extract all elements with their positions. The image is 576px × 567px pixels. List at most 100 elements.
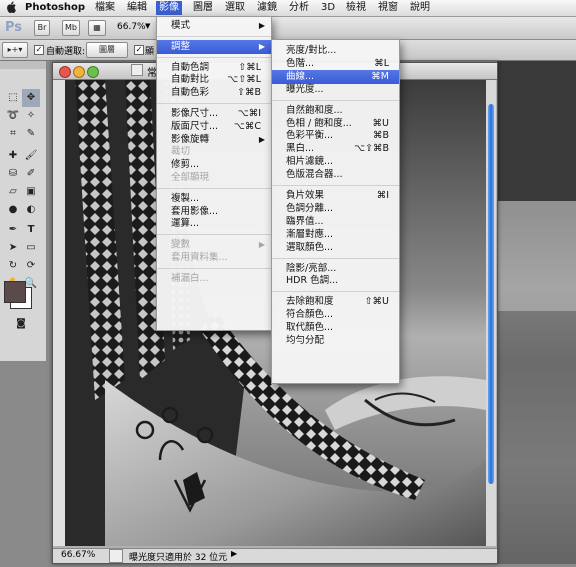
type-tool-icon[interactable]: T bbox=[22, 221, 40, 239]
bridge-button[interactable]: Br bbox=[34, 20, 50, 36]
image-menu-item[interactable]: 運算... bbox=[157, 217, 271, 231]
move-tool-icon[interactable]: ✥ bbox=[22, 89, 40, 107]
vertical-scrollbar[interactable] bbox=[486, 80, 496, 546]
image-menu-item-label: 模式 bbox=[171, 20, 191, 31]
status-bar: 66.67% 曝光度只適用於 32 位元 ▶ bbox=[53, 548, 497, 563]
app-name[interactable]: Photoshop bbox=[22, 1, 88, 15]
adjust-menu-item[interactable]: 去除飽和度 ⇧⌘U bbox=[272, 295, 399, 309]
3d-rotate-icon[interactable]: ↻ bbox=[4, 257, 22, 275]
marquee-tool-icon[interactable]: ⬚ bbox=[4, 89, 22, 107]
tools-panel: ⬚ ✥ ➰ ✧ ⌗ ✎ ✚ 🖌 ⛁ ✐ ▱ ▣ ● ◐ ✒ T ➤ ▭ ↻ ⟳ … bbox=[0, 61, 47, 361]
eyedropper-icon[interactable]: ✎ bbox=[22, 125, 40, 143]
adjustments-submenu: 亮度/對比... 色階... ⌘L 曲線... ⌘M 曝光度... 自然飽和度... 色相 /… bbox=[271, 39, 400, 384]
image-menu-item[interactable]: 自動色彩 ⇧⌘B bbox=[157, 86, 271, 100]
adjust-menu-item[interactable]: 陰影/亮部... bbox=[272, 262, 399, 276]
path-select-icon[interactable]: ➤ bbox=[4, 239, 22, 257]
menu-filter[interactable]: 濾鏡 bbox=[254, 1, 280, 15]
status-preview-icon[interactable] bbox=[109, 549, 123, 563]
adjust-menu-item[interactable]: 色彩平衡... ⌘B bbox=[272, 129, 399, 143]
image-menu-separator bbox=[157, 35, 271, 37]
adjust-menu-item-shortcut: ⌘I bbox=[376, 190, 389, 201]
adjust-menu-item[interactable]: 亮度/對比... bbox=[272, 44, 399, 58]
menu-3d[interactable]: 3D bbox=[318, 1, 338, 15]
dodge-tool-icon[interactable]: ◐ bbox=[22, 201, 40, 219]
adjust-menu-item-label: 曲線... bbox=[286, 70, 315, 82]
adjust-menu-item[interactable]: 相片濾鏡... bbox=[272, 155, 399, 169]
image-menu-item[interactable]: 調整 ▶ bbox=[157, 39, 271, 54]
adjust-menu-item-label: 陰影/亮部... bbox=[286, 262, 337, 274]
adjust-menu-separator bbox=[272, 291, 399, 293]
status-menu-arrow-icon[interactable]: ▶ bbox=[231, 549, 237, 558]
adjust-menu-item-shortcut: ⌘B bbox=[372, 130, 389, 142]
image-menu-item: 補漏白... bbox=[157, 272, 271, 286]
adjust-menu-item[interactable]: 黑白... ⌥⇧⌘B bbox=[272, 142, 399, 156]
3d-orbit-icon[interactable]: ⟳ bbox=[22, 257, 40, 275]
menu-window[interactable]: 視窗 bbox=[375, 1, 401, 15]
crop-tool-icon[interactable]: ⌗ bbox=[4, 125, 22, 143]
image-menu-separator bbox=[157, 56, 271, 58]
close-window-icon[interactable] bbox=[59, 66, 71, 78]
image-menu-item-label: 調整 bbox=[171, 40, 191, 52]
adjust-menu-item[interactable]: 色相 / 飽和度... ⌘U bbox=[272, 117, 399, 131]
magic-wand-icon[interactable]: ✧ bbox=[22, 107, 40, 125]
mini-bridge-button[interactable]: Mb bbox=[62, 20, 80, 36]
zoom-level[interactable]: 66.7% bbox=[117, 22, 146, 32]
adjust-menu-separator bbox=[272, 185, 399, 186]
adjust-menu-item[interactable]: 曝光度... bbox=[272, 83, 399, 97]
adjust-menu-item[interactable]: 自然飽和度... bbox=[272, 104, 399, 118]
pen-tool-icon[interactable]: ✒ bbox=[4, 221, 22, 239]
adjust-menu-item[interactable]: HDR 色調... bbox=[272, 274, 399, 288]
zoom-window-icon[interactable] bbox=[87, 66, 99, 78]
minimize-window-icon[interactable] bbox=[73, 66, 85, 78]
adjust-menu-item[interactable]: 選取顏色... bbox=[272, 241, 399, 255]
auto-select-checkbox[interactable]: ✓ bbox=[34, 45, 44, 55]
gradient-tool-icon[interactable]: ▣ bbox=[22, 183, 40, 201]
tools-panel-header[interactable] bbox=[0, 61, 46, 69]
adjust-menu-item[interactable]: 臨界值... bbox=[272, 215, 399, 229]
status-zoom[interactable]: 66.67% bbox=[61, 550, 95, 560]
history-brush-icon[interactable]: ✐ bbox=[22, 165, 40, 183]
adjust-menu-item[interactable]: 均勻分配 bbox=[272, 334, 399, 348]
menu-analysis[interactable]: 分析 bbox=[286, 1, 312, 15]
adjust-menu-item-shortcut: ⌘M bbox=[371, 70, 389, 82]
brush-tool-icon[interactable]: 🖌 bbox=[22, 147, 40, 165]
adjust-menu-item[interactable]: 色階... ⌘L bbox=[272, 57, 399, 71]
eraser-tool-icon[interactable]: ▱ bbox=[4, 183, 22, 201]
adjust-menu-item[interactable]: 漸層對應... bbox=[272, 228, 399, 242]
extras-button[interactable]: ▦ bbox=[88, 20, 106, 36]
foreground-color-swatch[interactable] bbox=[4, 281, 26, 303]
image-menu-item[interactable]: 模式 ▶ bbox=[157, 19, 271, 33]
image-menu-item-label: 全部顯現 bbox=[171, 172, 210, 183]
document-proxy-icon bbox=[131, 64, 143, 76]
lasso-tool-icon[interactable]: ➰ bbox=[4, 107, 22, 125]
adjust-menu-item-label: 亮度/對比... bbox=[286, 45, 337, 56]
show-transform-checkbox[interactable]: ✓ bbox=[134, 45, 144, 55]
adjust-menu-item[interactable]: 曲線... ⌘M bbox=[272, 69, 399, 84]
adjust-menu-item[interactable]: 取代顏色... bbox=[272, 321, 399, 335]
menu-file[interactable]: 檔案 bbox=[92, 1, 118, 15]
menu-layer[interactable]: 圖層 bbox=[190, 1, 216, 15]
adjust-menu-item[interactable]: 負片效果 ⌘I bbox=[272, 189, 399, 203]
move-tool-preset[interactable]: ▸+▾ bbox=[2, 42, 28, 58]
quick-mask-icon[interactable]: ◙ bbox=[12, 315, 30, 333]
menu-edit[interactable]: 編輯 bbox=[124, 1, 150, 15]
menu-image[interactable]: 影像 bbox=[156, 1, 182, 15]
adjust-menu-item-label: 去除飽和度 bbox=[286, 296, 334, 308]
adjust-menu-item[interactable]: 符合顏色... bbox=[272, 308, 399, 322]
adjust-menu-separator bbox=[272, 99, 399, 101]
apple-icon[interactable] bbox=[6, 1, 17, 16]
auto-select-dropdown[interactable]: 圖層 bbox=[86, 42, 128, 58]
adjust-menu-item[interactable]: 色版混合器... bbox=[272, 168, 399, 182]
menu-select[interactable]: 選取 bbox=[222, 1, 248, 15]
adjust-menu-item[interactable]: 色調分離... bbox=[272, 202, 399, 216]
healing-brush-icon[interactable]: ✚ bbox=[4, 147, 22, 165]
adjust-menu-separator bbox=[272, 257, 399, 259]
vertical-scroll-thumb[interactable] bbox=[488, 104, 494, 484]
image-menu-item: 套用資料集... bbox=[157, 251, 271, 265]
clone-stamp-icon[interactable]: ⛁ bbox=[4, 165, 22, 183]
menu-help[interactable]: 說明 bbox=[407, 1, 433, 15]
blur-tool-icon[interactable]: ● bbox=[4, 201, 22, 219]
zoom-dropdown-icon[interactable]: ▼ bbox=[145, 22, 150, 30]
menu-view[interactable]: 檢視 bbox=[343, 1, 369, 15]
shape-tool-icon[interactable]: ▭ bbox=[22, 239, 40, 257]
